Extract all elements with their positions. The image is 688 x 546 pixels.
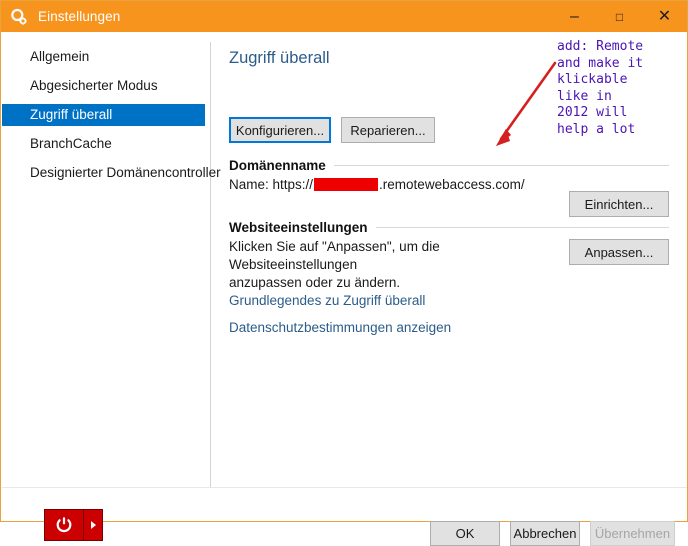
power-button-group[interactable] [44, 509, 103, 541]
link-privacy-statement[interactable]: Datenschutzbestimmungen anzeigen [229, 320, 451, 335]
website-settings-group-header: Websiteeinstellungen [229, 220, 669, 235]
caret-right-icon[interactable] [84, 510, 102, 540]
cancel-button[interactable]: Abbrechen [510, 521, 580, 546]
group-rule [334, 165, 669, 166]
ok-button[interactable]: OK [430, 521, 500, 546]
domain-name-prefix: Name: https:// [229, 177, 313, 192]
settings-search-icon [9, 7, 29, 27]
domain-name-suffix: .remotewebaccess.com/ [379, 177, 525, 192]
domain-name-group-header: Domänenname [229, 158, 669, 173]
maximize-button[interactable]: □ [597, 1, 642, 32]
sidebar-item-abgesicherter-modus[interactable]: Abgesicherter Modus [2, 75, 205, 97]
power-icon[interactable] [45, 510, 83, 540]
annotation-note: add: Remote and make it klickable like i… [557, 39, 643, 139]
domain-name-heading: Domänenname [229, 158, 326, 173]
sidebar-item-allgemein[interactable]: Allgemein [2, 46, 205, 68]
repair-button[interactable]: Reparieren... [341, 117, 435, 143]
window-title: Einstellungen [38, 9, 120, 24]
sidebar: Allgemein Abgesicherter Modus Zugriff üb… [2, 46, 205, 191]
website-settings-heading: Websiteeinstellungen [229, 220, 368, 235]
domain-name-value-row: Name: https:// .remotewebaccess.com/ [229, 176, 525, 194]
sidebar-item-designierter-domaenencontroller[interactable]: Designierter Domänencontroller [2, 162, 205, 184]
apply-button: Übernehmen [590, 521, 675, 546]
page-title: Zugriff überall [229, 49, 330, 68]
title-bar: Einstellungen – □ ✕ [1, 1, 687, 32]
link-basics-anywhere-access[interactable]: Grundlegendes zu Zugriff überall [229, 293, 425, 308]
website-settings-description: Klicken Sie auf "Anpassen", um die Websi… [229, 238, 549, 292]
sidebar-item-branchcache[interactable]: BranchCache [2, 133, 205, 155]
close-button[interactable]: ✕ [642, 1, 687, 32]
footer-divider [2, 487, 687, 488]
settings-window: Einstellungen – □ ✕ Allgemein Abgesicher… [0, 0, 688, 522]
setup-button[interactable]: Einrichten... [569, 191, 669, 217]
group-rule [376, 227, 669, 228]
redacted-domain-block [314, 178, 378, 191]
sidebar-item-zugriff-ueberall[interactable]: Zugriff überall [2, 104, 205, 126]
minimize-button[interactable]: – [552, 1, 597, 32]
window-controls: – □ ✕ [552, 1, 687, 32]
customize-button[interactable]: Anpassen... [569, 239, 669, 265]
configure-button[interactable]: Konfigurieren... [229, 117, 331, 143]
